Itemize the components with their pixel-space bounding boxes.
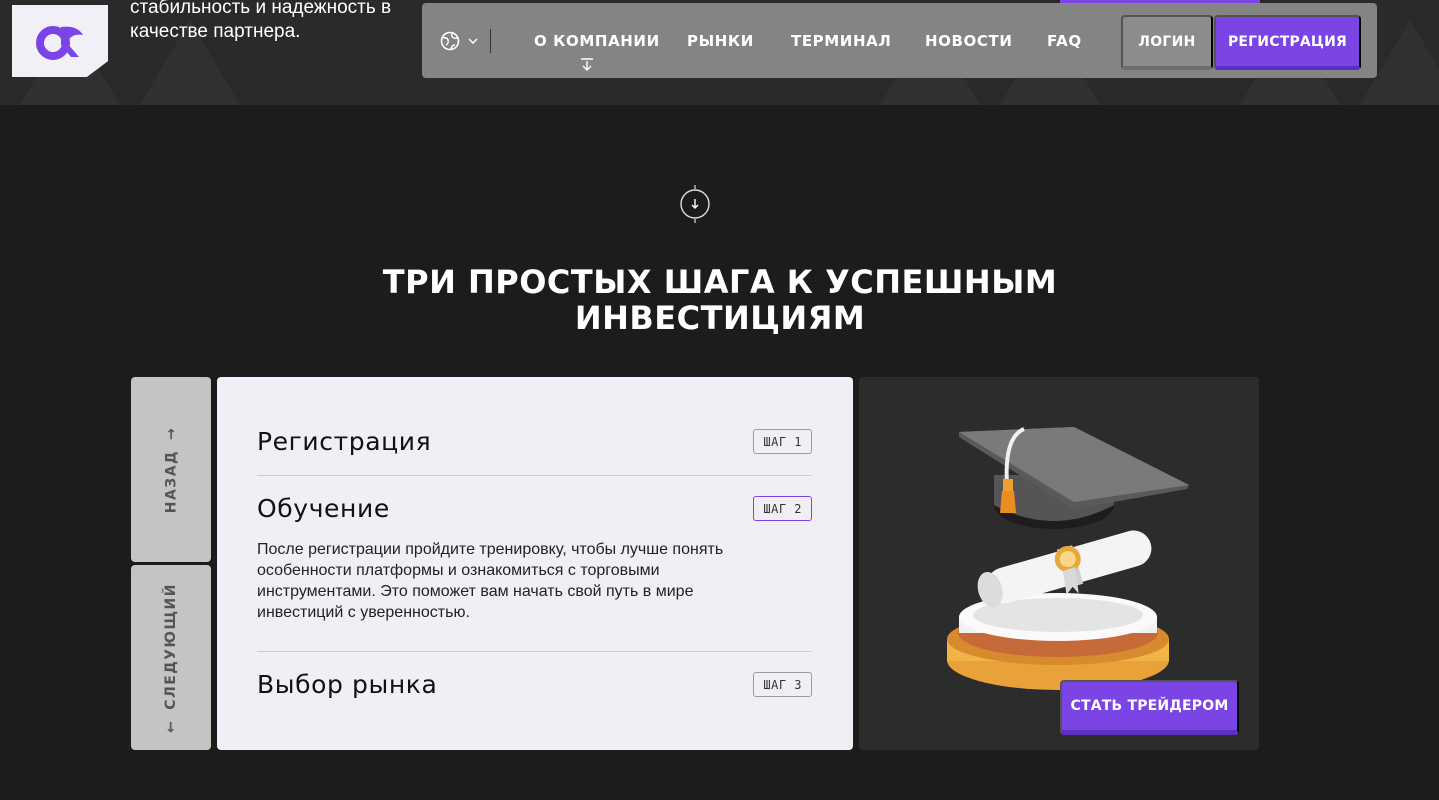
logo-icon — [33, 21, 87, 61]
step-title: Обучение — [257, 494, 812, 523]
step-badge: ШАГ 1 — [753, 429, 812, 454]
submenu-arrow-icon[interactable] — [580, 58, 594, 72]
nav-item-markets[interactable]: РЫНКИ — [687, 32, 754, 50]
become-trader-button[interactable]: СТАТЬ ТРЕЙДЕРОМ — [1060, 680, 1239, 735]
login-button[interactable]: ЛОГИН — [1121, 15, 1213, 70]
arrow-down-icon: ← — [163, 719, 179, 732]
globe-icon — [440, 31, 460, 51]
step-2[interactable]: Обучение ШАГ 2 После регистрации пройдит… — [257, 494, 812, 623]
hero-text: стабильность и надежность в качестве пар… — [130, 0, 450, 44]
next-step-label: СЛЕДУЮЩИЙ — [163, 583, 179, 710]
logo[interactable] — [12, 5, 108, 77]
section-title: ТРИ ПРОСТЫХ ШАГА К УСПЕШНЫМ ИНВЕСТИЦИЯМ — [320, 264, 1120, 336]
next-step-button[interactable]: ← СЛЕДУЮЩИЙ — [131, 565, 211, 750]
nav-divider — [490, 29, 491, 53]
steps-panel: Регистрация ШАГ 1 Обучение ШАГ 2 После р… — [217, 377, 853, 750]
prev-step-button[interactable]: НАЗАД → — [131, 377, 211, 562]
step-badge: ШАГ 2 — [753, 496, 812, 521]
section-title-line1: ТРИ ПРОСТЫХ ШАГА К УСПЕШНЫМ — [383, 263, 1057, 301]
nav-item-news[interactable]: НОВОСТИ — [925, 32, 1012, 50]
nav-item-faq[interactable]: FAQ — [1047, 32, 1082, 50]
step-divider — [257, 475, 812, 476]
step-title: Регистрация — [257, 427, 812, 456]
step-badge: ШАГ 3 — [753, 672, 812, 697]
main-navbar: О КОМПАНИИ РЫНКИ ТЕРМИНАЛ НОВОСТИ FAQ ЛО… — [422, 3, 1377, 78]
scroll-down-icon[interactable] — [680, 185, 710, 223]
step-description: После регистрации пройдите тренировку, ч… — [257, 539, 777, 623]
arrow-up-icon: → — [163, 426, 179, 439]
step-3[interactable]: Выбор рынка ШАГ 3 — [257, 670, 812, 699]
nav-item-terminal[interactable]: ТЕРМИНАЛ — [791, 32, 891, 50]
section-title-line2: ИНВЕСТИЦИЯМ — [575, 299, 865, 337]
nav-item-company[interactable]: О КОМПАНИИ — [534, 32, 660, 50]
register-button[interactable]: РЕГИСТРАЦИЯ — [1214, 15, 1361, 70]
step-1[interactable]: Регистрация ШАГ 1 — [257, 427, 812, 456]
step-title: Выбор рынка — [257, 670, 812, 699]
language-selector[interactable] — [440, 31, 478, 51]
chevron-down-icon — [468, 38, 478, 44]
step-divider — [257, 651, 812, 652]
prev-step-label: НАЗАД — [163, 449, 179, 512]
